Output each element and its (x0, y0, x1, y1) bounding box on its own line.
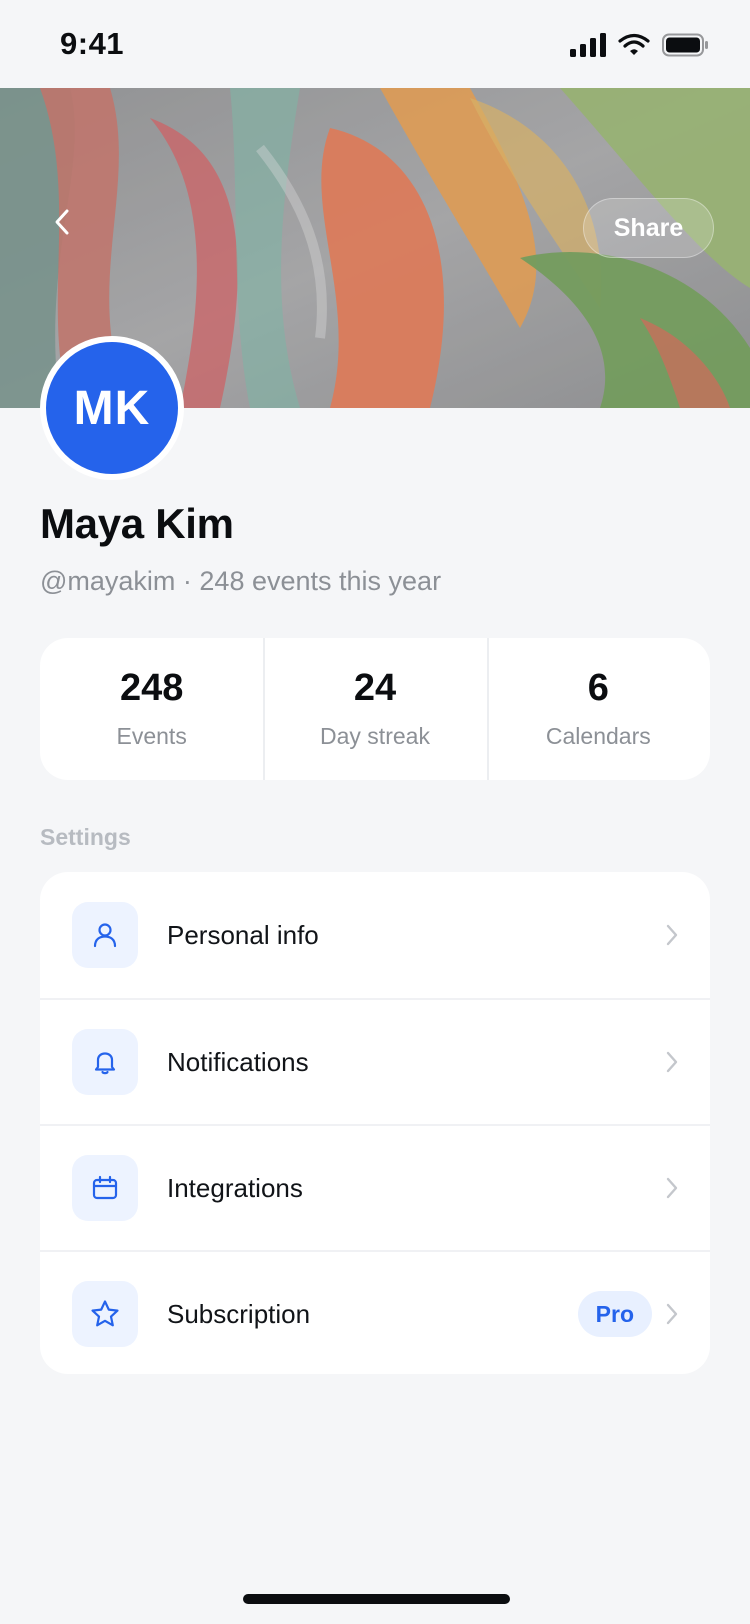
settings-item-label: Subscription (167, 1298, 311, 1329)
status-time: 9:41 (60, 26, 125, 61)
star-icon-tile (72, 1281, 138, 1347)
pro-badge: Pro (577, 1291, 652, 1337)
stat-label: Day streak (320, 722, 430, 749)
bell-icon (94, 1052, 116, 1075)
settings-section-label: Settings (40, 824, 131, 850)
settings-item-notifications[interactable]: Notifications (40, 998, 710, 1124)
profile-screen: 9:41 Share MK Maya Kim @mayakim · 248 ev… (0, 0, 750, 1624)
settings-item-label: Notifications (167, 1046, 309, 1077)
stat-value: 248 (119, 666, 184, 709)
stat-events[interactable]: 248 Events (40, 638, 263, 780)
settings-item-subscription[interactable]: Subscription Pro (40, 1250, 710, 1374)
chevron-right-icon (662, 1299, 682, 1329)
chevron-left-icon (55, 209, 69, 235)
status-icons (570, 30, 710, 60)
settings-item-label: Integrations (167, 1172, 303, 1203)
chevron-right-icon (662, 920, 682, 950)
stat-label: Calendars (545, 722, 651, 749)
settings-list: Personal info Notifications Integrations… (40, 872, 710, 1374)
chevron-right-icon (662, 1173, 682, 1203)
calendar-icon (92, 1175, 118, 1200)
stat-calendars[interactable]: 6 Calendars (486, 638, 710, 780)
settings-item-integrations[interactable]: Integrations (40, 1124, 710, 1250)
settings-item-label: Personal info (167, 919, 319, 950)
back-button[interactable] (40, 200, 84, 244)
bell-icon-tile (72, 1029, 138, 1095)
star-icon (91, 1300, 119, 1327)
battery-icon (662, 33, 708, 57)
settings-item-personal-info[interactable]: Personal info (40, 872, 710, 998)
profile-subtitle: @mayakim · 248 events this year (40, 566, 442, 596)
chevron-right-icon (662, 1047, 682, 1077)
stat-value: 6 (587, 666, 609, 709)
wifi-icon (618, 33, 650, 55)
status-bar: 9:41 (0, 0, 750, 88)
stat-value: 24 (353, 666, 397, 709)
avatar[interactable]: MK (40, 336, 184, 480)
share-button[interactable]: Share (583, 198, 714, 258)
stat-day-streak[interactable]: 24 Day streak (263, 638, 486, 780)
signal-icon (570, 33, 606, 57)
stat-label: Events (116, 722, 187, 749)
user-icon-tile (72, 902, 138, 968)
stats-card: 248 Events 24 Day streak 6 Calendars (40, 638, 710, 780)
profile-name: Maya Kim (40, 500, 234, 547)
user-icon (93, 923, 117, 948)
calendar-icon-tile (72, 1155, 138, 1221)
home-indicator[interactable] (243, 1594, 510, 1604)
